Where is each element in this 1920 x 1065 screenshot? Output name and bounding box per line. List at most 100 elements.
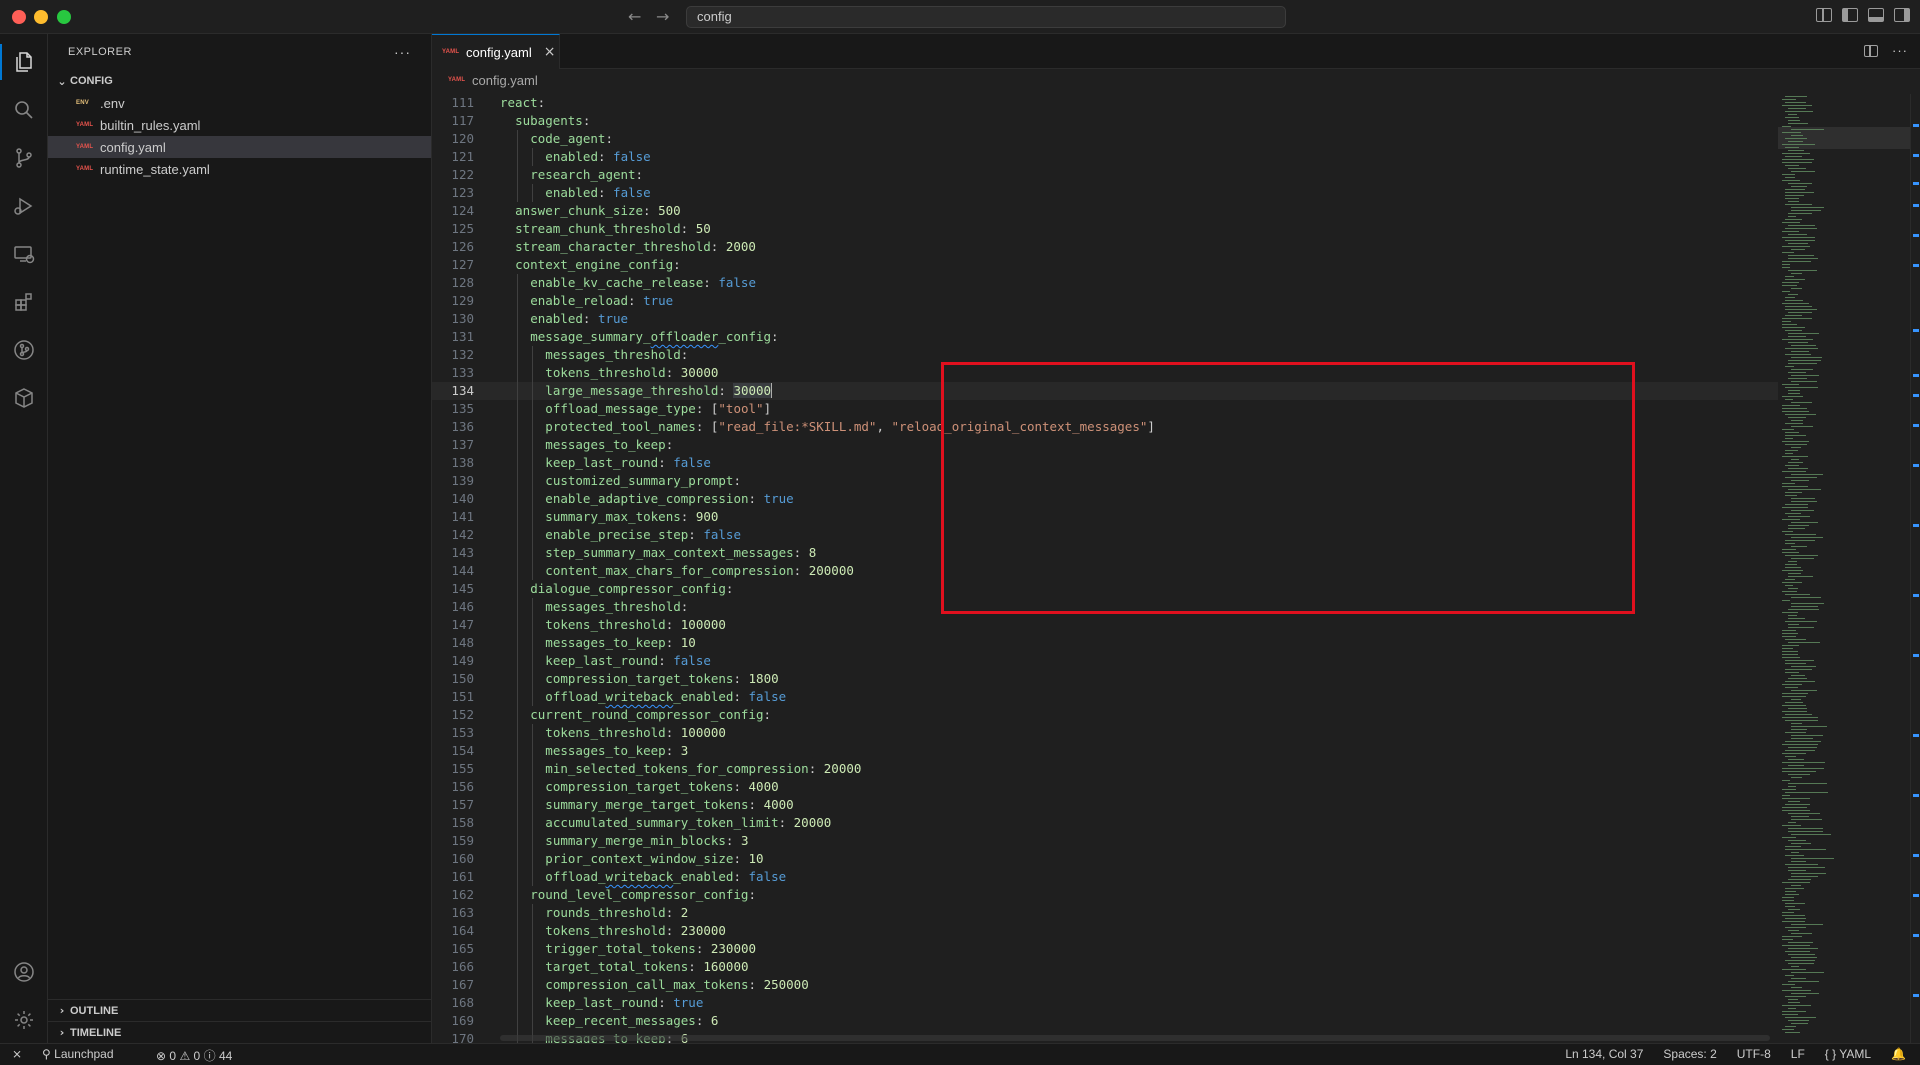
code-line[interactable]: 121 enabled: false: [432, 148, 1778, 166]
arrow-right-icon[interactable]: →: [656, 7, 669, 26]
code-line[interactable]: 129 enable_reload: true: [432, 292, 1778, 310]
toggle-primary-sidebar-icon[interactable]: [1842, 8, 1858, 22]
code-line[interactable]: 151 offload_writeback_enabled: false: [432, 688, 1778, 706]
code-line[interactable]: 130 enabled: true: [432, 310, 1778, 328]
code-line[interactable]: 155 min_selected_tokens_for_compression: …: [432, 760, 1778, 778]
code-line[interactable]: 167 compression_call_max_tokens: 250000: [432, 976, 1778, 994]
code-line[interactable]: 144 content_max_chars_for_compression: 20…: [432, 562, 1778, 580]
tab-config-yaml[interactable]: YAML config.yaml ×: [432, 34, 560, 69]
launchpad-item[interactable]: ⚲ Launchpad: [42, 1047, 114, 1061]
timeline-section[interactable]: › TIMELINE: [48, 1021, 432, 1043]
run-debug-icon[interactable]: [12, 194, 36, 218]
code-line[interactable]: 158 accumulated_summary_token_limit: 2000…: [432, 814, 1778, 832]
code-line[interactable]: 168 keep_last_round: true: [432, 994, 1778, 1012]
command-center-search[interactable]: config: [686, 6, 1286, 28]
bell-icon[interactable]: 🔔: [1891, 1047, 1906, 1061]
code-line[interactable]: 117 subagents:: [432, 112, 1778, 130]
code-line[interactable]: 127 context_engine_config:: [432, 256, 1778, 274]
breadcrumb-file[interactable]: config.yaml: [472, 73, 538, 88]
code-line[interactable]: 164 tokens_threshold: 230000: [432, 922, 1778, 940]
code-line[interactable]: 148 messages_to_keep: 10: [432, 634, 1778, 652]
code-line[interactable]: 135 offload_message_type: ["tool"]: [432, 400, 1778, 418]
code-line[interactable]: 145 dialogue_compressor_config:: [432, 580, 1778, 598]
code-line[interactable]: 146 messages_threshold:: [432, 598, 1778, 616]
code-line[interactable]: 169 keep_recent_messages: 6: [432, 1012, 1778, 1030]
code-line[interactable]: 139 customized_summary_prompt:: [432, 472, 1778, 490]
code-line[interactable]: 134 large_message_threshold: 30000: [432, 382, 1778, 400]
source-control-icon[interactable]: [12, 146, 36, 170]
code-line[interactable]: 157 summary_merge_target_tokens: 4000: [432, 796, 1778, 814]
code-line[interactable]: 166 target_total_tokens: 160000: [432, 958, 1778, 976]
code-line[interactable]: 159 summary_merge_min_blocks: 3: [432, 832, 1778, 850]
close-icon[interactable]: ×: [544, 44, 556, 60]
code-line[interactable]: 163 rounds_threshold: 2: [432, 904, 1778, 922]
code-line[interactable]: 141 summary_max_tokens: 900: [432, 508, 1778, 526]
extensions-icon[interactable]: [12, 290, 36, 314]
code-line[interactable]: 142 enable_precise_step: false: [432, 526, 1778, 544]
code-line[interactable]: 149 keep_last_round: false: [432, 652, 1778, 670]
code-line[interactable]: 126 stream_character_threshold: 2000: [432, 238, 1778, 256]
folder-config[interactable]: ⌄ CONFIG: [48, 70, 431, 92]
horizontal-scrollbar[interactable]: [500, 1035, 1770, 1041]
maximize-window-button[interactable]: [57, 10, 71, 24]
end-of-line[interactable]: LF: [1791, 1047, 1805, 1061]
remote-explorer-icon[interactable]: [12, 242, 36, 266]
code-line[interactable]: 147 tokens_threshold: 100000: [432, 616, 1778, 634]
code-line[interactable]: 120 code_agent:: [432, 130, 1778, 148]
code-line[interactable]: 152 current_round_compressor_config:: [432, 706, 1778, 724]
code-line[interactable]: 143 step_summary_max_context_messages: 8: [432, 544, 1778, 562]
minimap[interactable]: [1778, 94, 1910, 1043]
arrow-left-icon[interactable]: ←: [628, 7, 641, 26]
minimize-window-button[interactable]: [34, 10, 48, 24]
code-line[interactable]: 162 round_level_compressor_config:: [432, 886, 1778, 904]
code-line[interactable]: 123 enabled: false: [432, 184, 1778, 202]
file-item-runtime-state[interactable]: YAML runtime_state.yaml: [48, 158, 431, 180]
code-line[interactable]: 140 enable_adaptive_compression: true: [432, 490, 1778, 508]
yaml-key: summary_max_tokens: [545, 509, 681, 524]
code-line[interactable]: 125 stream_chunk_threshold: 50: [432, 220, 1778, 238]
cursor-position[interactable]: Ln 134, Col 37: [1565, 1047, 1643, 1061]
code-line[interactable]: 156 compression_target_tokens: 4000: [432, 778, 1778, 796]
git-graph-icon[interactable]: [12, 338, 36, 362]
indentation[interactable]: Spaces: 2: [1663, 1047, 1716, 1061]
code-editor[interactable]: 111 react: 117 subagents: 120 code_agent: 121 e…: [432, 94, 1778, 1043]
code-line[interactable]: 150 compression_target_tokens: 1800: [432, 670, 1778, 688]
file-item-builtin-rules[interactable]: YAML builtin_rules.yaml: [48, 114, 431, 136]
more-actions-icon[interactable]: ···: [394, 44, 411, 60]
code-line[interactable]: 111 react:: [432, 94, 1778, 112]
toggle-secondary-sidebar-icon[interactable]: [1894, 8, 1910, 22]
code-line[interactable]: 138 keep_last_round: false: [432, 454, 1778, 472]
more-actions-icon[interactable]: ···: [1892, 43, 1908, 58]
close-window-button[interactable]: [12, 10, 26, 24]
remote-icon[interactable]: ⨯: [12, 1047, 22, 1061]
toggle-panel-icon[interactable]: [1868, 8, 1884, 22]
code-line[interactable]: 131 message_summary_offloader_config:: [432, 328, 1778, 346]
search-icon[interactable]: [12, 98, 36, 122]
code-line[interactable]: 153 tokens_threshold: 100000: [432, 724, 1778, 742]
problems-item[interactable]: ⊗ 0 ⚠ 0 ⓘ 44: [156, 1047, 232, 1064]
minimap-line: [1782, 324, 1797, 325]
code-line[interactable]: 165 trigger_total_tokens: 230000: [432, 940, 1778, 958]
code-line[interactable]: 132 messages_threshold:: [432, 346, 1778, 364]
code-line[interactable]: 133 tokens_threshold: 30000: [432, 364, 1778, 382]
code-line[interactable]: 128 enable_kv_cache_release: false: [432, 274, 1778, 292]
file-item-config[interactable]: YAML config.yaml: [48, 136, 431, 158]
overview-ruler[interactable]: [1910, 94, 1920, 1043]
customize-layout-icon[interactable]: [1816, 8, 1832, 22]
code-line[interactable]: 160 prior_context_window_size: 10: [432, 850, 1778, 868]
code-line[interactable]: 122 research_agent:: [432, 166, 1778, 184]
language-mode[interactable]: { } YAML: [1825, 1047, 1871, 1061]
encoding[interactable]: UTF-8: [1737, 1047, 1771, 1061]
settings-gear-icon[interactable]: [12, 1008, 36, 1032]
file-item-env[interactable]: ENV .env: [48, 92, 431, 114]
code-line[interactable]: 136 protected_tool_names: ["read_file:*SK…: [432, 418, 1778, 436]
containers-icon[interactable]: [12, 386, 36, 410]
code-line[interactable]: 161 offload_writeback_enabled: false: [432, 868, 1778, 886]
split-editor-icon[interactable]: [1864, 44, 1878, 57]
code-line[interactable]: 154 messages_to_keep: 3: [432, 742, 1778, 760]
code-line[interactable]: 137 messages_to_keep:: [432, 436, 1778, 454]
outline-section[interactable]: › OUTLINE: [48, 999, 432, 1021]
code-line[interactable]: 124 answer_chunk_size: 500: [432, 202, 1778, 220]
account-icon[interactable]: [12, 960, 36, 984]
explorer-icon[interactable]: [12, 50, 36, 74]
